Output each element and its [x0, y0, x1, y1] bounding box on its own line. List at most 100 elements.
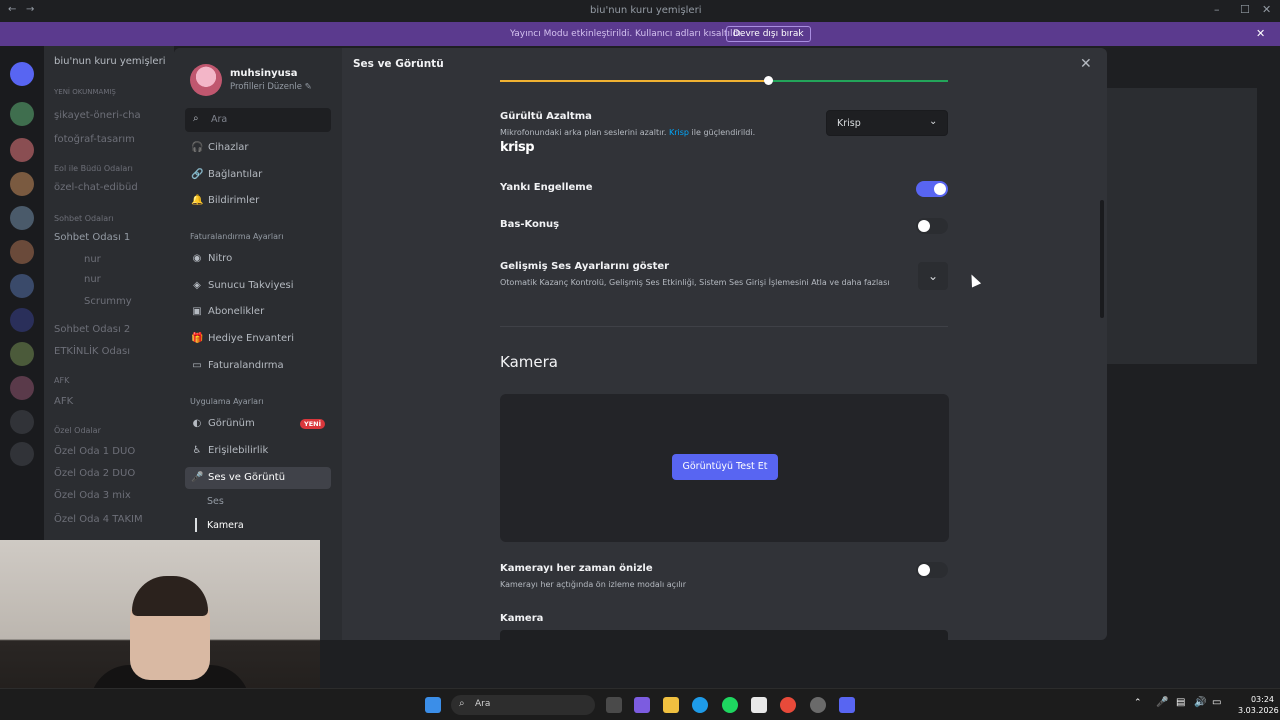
server-icon[interactable]	[10, 376, 34, 400]
server-icon[interactable]	[10, 138, 34, 162]
voice-channel-item[interactable]: Sohbet Odası 2	[54, 324, 130, 335]
echo-cancellation-toggle[interactable]	[916, 181, 948, 197]
server-icon[interactable]	[10, 172, 34, 196]
nav-label: Nitro	[208, 253, 233, 264]
nav-item-gift-inventory[interactable]: 🎁 Hediye Envanteri	[185, 328, 331, 350]
push-to-talk-title: Bas-Konuş	[500, 219, 560, 230]
voice-channel-item[interactable]: ETKİNLİK Odası	[54, 346, 130, 357]
settings-search-input[interactable]: ⌕ Ara	[185, 108, 331, 132]
voice-channel-item[interactable]: Sohbet Odası 1	[54, 232, 130, 243]
disable-streamer-mode-button[interactable]: Devre dışı bırak	[726, 26, 811, 42]
nav-item-subscriptions[interactable]: ▣ Abonelikler	[185, 301, 331, 323]
nav-label: Ses ve Görüntü	[208, 472, 286, 483]
nav-item-accessibility[interactable]: ♿ Erişilebilirlik	[185, 440, 331, 462]
store-icon[interactable]	[751, 697, 767, 713]
server-name[interactable]: biu'nun kuru yemişleri	[54, 56, 165, 67]
server-icon[interactable]	[10, 274, 34, 298]
voice-channel-item[interactable]: Özel Oda 3 mix	[54, 490, 131, 501]
nav-label: Faturalandırma	[208, 360, 284, 371]
nav-item-server-boost[interactable]: ◈ Sunucu Takviyesi	[185, 275, 331, 297]
channel-category[interactable]: Sohbet Odaları	[54, 214, 114, 223]
scrollbar[interactable]	[1100, 200, 1104, 318]
file-explorer-icon[interactable]	[663, 697, 679, 713]
server-icon[interactable]	[10, 102, 34, 126]
input-sensitivity-slider[interactable]	[500, 80, 948, 82]
subnav-item-voice[interactable]: Ses	[207, 496, 224, 507]
voice-channel-item[interactable]: Özel Oda 4 TAKIM	[54, 514, 143, 525]
close-window-icon[interactable]: ✕	[1262, 3, 1271, 16]
edge-icon[interactable]	[692, 697, 708, 713]
nav-item-voice-video[interactable]: 🎤 Ses ve Görüntü	[185, 467, 331, 489]
server-icon[interactable]	[10, 206, 34, 230]
search-icon: ⌕	[193, 113, 199, 124]
discord-icon[interactable]	[839, 697, 855, 713]
taskbar: ⌕ Ara ⌃ 🎤 ▤ 🔊 ▭ 03:24 3.03.2026	[0, 688, 1280, 720]
subnav-item-camera[interactable]: Kamera	[207, 520, 244, 531]
voice-user[interactable]: nur	[84, 274, 101, 285]
edit-profile-link[interactable]: Profilleri Düzenle ✎	[230, 82, 312, 92]
nav-label: Cihazlar	[208, 142, 249, 153]
server-icon[interactable]	[10, 308, 34, 332]
task-view-icon[interactable]	[606, 697, 622, 713]
battery-icon[interactable]: ▭	[1212, 697, 1221, 708]
channel-category[interactable]: AFK	[54, 376, 69, 385]
chevron-down-icon[interactable]: ⌄	[918, 262, 948, 290]
toggle-knob	[918, 220, 930, 232]
test-video-button[interactable]: Görüntüyü Test Et	[672, 454, 778, 480]
voice-channel-item[interactable]: Özel Oda 2 DUO	[54, 468, 135, 479]
gift-icon: 🎁	[191, 333, 204, 344]
push-to-talk-toggle[interactable]	[916, 218, 948, 234]
server-icon[interactable]	[10, 342, 34, 366]
minimize-icon[interactable]: –	[1214, 3, 1220, 16]
clock-time: 03:24	[1250, 695, 1274, 704]
spotify-icon[interactable]	[722, 697, 738, 713]
voice-channel-item[interactable]: Özel Oda 1 DUO	[54, 446, 135, 457]
noise-suppression-description: Mikrofonundaki arka plan seslerini azalt…	[500, 128, 755, 137]
microphone-icon[interactable]: 🎤	[1156, 697, 1168, 708]
home-icon[interactable]	[10, 62, 34, 86]
camera-preview: Görüntüyü Test Et	[500, 394, 949, 542]
forward-icon[interactable]: →	[26, 4, 34, 15]
voice-user[interactable]: nur	[84, 254, 101, 265]
start-icon[interactable]	[425, 697, 441, 713]
app-icon[interactable]	[810, 697, 826, 713]
always-preview-toggle[interactable]	[916, 562, 948, 578]
nav-item-billing[interactable]: ▭ Faturalandırma	[185, 355, 331, 377]
taskbar-search[interactable]: ⌕ Ara	[451, 695, 595, 715]
nav-item-notifications[interactable]: 🔔 Bildirimler	[185, 190, 331, 212]
channel-item[interactable]: özel-chat-edibüd	[54, 182, 138, 193]
channel-category[interactable]: Eol ile Büdü Odaları	[54, 164, 133, 173]
server-icon[interactable]	[10, 240, 34, 264]
discover-icon[interactable]	[10, 442, 34, 466]
voice-channel-item[interactable]: AFK	[54, 396, 73, 407]
noise-suppression-select[interactable]: Krisp ⌄	[826, 110, 948, 136]
person-hair	[132, 576, 208, 616]
nav-item-connections[interactable]: 🔗 Bağlantılar	[185, 164, 331, 186]
close-icon[interactable]: ✕	[1080, 56, 1092, 72]
slider-handle[interactable]	[764, 76, 773, 85]
chrome-icon[interactable]	[780, 697, 796, 713]
voice-user[interactable]: Scrummy	[84, 296, 132, 307]
channel-item[interactable]: fotoğraf-tasarım	[54, 134, 135, 145]
nav-item-nitro[interactable]: ◉ Nitro	[185, 248, 331, 270]
channel-item[interactable]: şikayet-öneri-cha	[54, 110, 141, 121]
echo-cancellation-title: Yankı Engelleme	[500, 182, 593, 193]
section-header-app: Uygulama Ayarları	[190, 397, 264, 406]
camera-select[interactable]	[500, 630, 948, 640]
add-server-icon[interactable]	[10, 410, 34, 434]
back-icon[interactable]: ←	[8, 4, 16, 15]
nav-item-devices[interactable]: 🎧 Cihazlar	[185, 137, 331, 159]
nav-label: Sunucu Takviyesi	[208, 280, 294, 291]
chevron-up-icon[interactable]: ⌃	[1134, 698, 1142, 708]
maximize-icon[interactable]: ☐	[1240, 3, 1250, 16]
nav-item-appearance[interactable]: ◐ Görünüm YENİ	[185, 413, 331, 435]
camera-section-title: Kamera	[500, 353, 558, 371]
channel-category[interactable]: Özel Odalar	[54, 426, 101, 435]
clock[interactable]: 03:24 3.03.2026	[1238, 694, 1279, 716]
avatar[interactable]	[190, 64, 222, 96]
copilot-icon[interactable]	[634, 697, 650, 713]
close-banner-icon[interactable]: ✕	[1256, 27, 1265, 40]
volume-icon[interactable]: 🔊	[1194, 697, 1206, 708]
network-icon[interactable]: ▤	[1176, 697, 1185, 708]
krisp-link[interactable]: Krisp	[669, 128, 689, 137]
